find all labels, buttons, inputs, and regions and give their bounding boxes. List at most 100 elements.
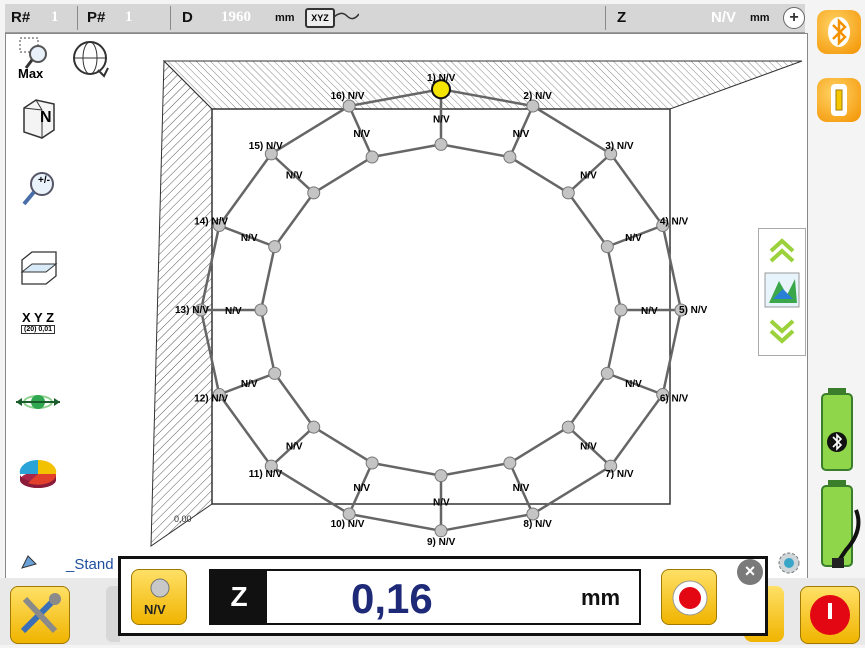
view-scroller-graphic: [764, 238, 800, 344]
inner-point[interactable]: [365, 456, 379, 470]
tools-icon: [20, 593, 61, 634]
zoom-plus-minus-button[interactable]: +/-: [14, 166, 62, 210]
p-value: 1: [125, 9, 133, 25]
inner-point[interactable]: [434, 469, 448, 483]
pie-chart-icon: [19, 459, 57, 488]
battery-charging-icon: [821, 480, 861, 568]
outer-point-label: 1) N/V: [427, 73, 456, 84]
inner-point-label: N/V: [625, 379, 642, 390]
outer-point-label: 6) N/V: [660, 394, 689, 405]
corner-label: 0,00: [174, 514, 192, 524]
inner-point[interactable]: [307, 186, 321, 200]
outer-point-label: 7) N/V: [605, 469, 634, 480]
outer-point[interactable]: [434, 524, 448, 538]
r-label: R#: [11, 9, 31, 26]
inner-point-label: N/V: [241, 379, 258, 390]
sensor-ball-icon: [150, 578, 170, 598]
nv-button-label: N/V: [144, 602, 166, 617]
profile-icon: [21, 555, 37, 569]
xyz-sensor-icon[interactable]: XYZ: [305, 8, 335, 28]
inner-point[interactable]: [600, 240, 614, 254]
instrument-button[interactable]: [817, 78, 861, 122]
inner-point-label: N/V: [286, 171, 303, 182]
d-label: D: [182, 9, 193, 26]
z-label: Z: [617, 9, 627, 26]
inner-point[interactable]: [307, 420, 321, 434]
outer-point-label: 10) N/V: [331, 519, 365, 530]
inner-point-label: N/V: [513, 129, 530, 140]
z-value: N/V: [711, 9, 737, 26]
xyz-settings-button[interactable]: X Y Z (20) 0,01: [14, 300, 62, 344]
outer-point-label: 16) N/V: [331, 91, 365, 102]
record-button[interactable]: [661, 569, 717, 625]
outer-point-label: 5) N/V: [679, 305, 708, 316]
report-chart-button[interactable]: [14, 452, 62, 496]
xyz-label: X Y Z: [21, 310, 55, 325]
level-button[interactable]: [14, 380, 62, 424]
z-unit: mm: [750, 12, 770, 24]
inner-point-label: N/V: [433, 115, 450, 126]
record-icon: [672, 580, 708, 616]
outer-point-label: 2) N/V: [523, 91, 552, 102]
inner-point[interactable]: [561, 420, 575, 434]
r-value: 1: [51, 9, 59, 25]
layer-box-icon: [20, 251, 58, 285]
level-target-icon: [16, 395, 60, 409]
outer-point-label: 12) N/V: [194, 394, 228, 405]
inner-point-label: N/V: [641, 306, 658, 317]
power-button[interactable]: [800, 586, 860, 644]
add-button[interactable]: +: [783, 7, 805, 29]
inner-point-label: N/V: [513, 483, 530, 494]
inner-point[interactable]: [254, 303, 268, 317]
sync-icon: [778, 552, 800, 574]
instrument-icon: [831, 84, 847, 116]
north-cube-icon: [23, 99, 55, 139]
inner-point[interactable]: [503, 150, 517, 164]
inner-point-label: N/V: [580, 441, 597, 452]
inner-point-label: N/V: [625, 233, 642, 244]
north-label: N: [40, 109, 52, 126]
inner-point[interactable]: [614, 303, 628, 317]
view-scroller[interactable]: [758, 228, 806, 356]
inner-point-label: N/V: [580, 171, 597, 182]
inner-point[interactable]: [268, 366, 282, 380]
scroll-down-icon: [769, 319, 795, 334]
outer-point[interactable]: [342, 507, 356, 521]
measured-unit: mm: [581, 585, 621, 610]
measurement-display: Z 0,16 mm: [209, 569, 641, 625]
inner-point-label: N/V: [241, 233, 258, 244]
sensor-cable-icon: [333, 12, 359, 20]
power-icon: [810, 595, 850, 635]
plane-view-button[interactable]: [14, 246, 62, 290]
profile-name[interactable]: _Stand: [66, 556, 114, 573]
axis-label: Z: [211, 571, 267, 623]
zoom-max-label: Max: [18, 66, 44, 81]
top-status-bar: R# 1 P# 1 D 1960 mm XYZ Z N/V mm +: [5, 4, 805, 33]
inner-point[interactable]: [365, 150, 379, 164]
outer-point[interactable]: [526, 507, 540, 521]
outer-point-label: 15) N/V: [249, 141, 283, 152]
settings-tools-button[interactable]: [10, 586, 70, 644]
inner-point[interactable]: [434, 137, 448, 151]
ring-segment: [440, 512, 534, 533]
nv-button[interactable]: N/V: [131, 569, 187, 625]
inner-point[interactable]: [561, 186, 575, 200]
outer-point-label: 4) N/V: [660, 216, 689, 227]
inner-point[interactable]: [268, 240, 282, 254]
north-view-button[interactable]: N: [14, 96, 62, 140]
zoom-max-button[interactable]: Max: [14, 36, 62, 81]
inner-point-label: N/V: [225, 306, 242, 317]
back-wall: [162, 60, 803, 110]
inner-point[interactable]: [503, 456, 517, 470]
outer-point-label: 13) N/V: [175, 305, 209, 316]
inner-point[interactable]: [600, 366, 614, 380]
bluetooth-button[interactable]: [817, 10, 861, 54]
close-popup-button[interactable]: ×: [737, 559, 763, 585]
p-label: P#: [87, 9, 106, 26]
measurement-canvas[interactable]: 0,00 1) N/V N/V 2) N/V N/V 3) N/V N/V 4) N/V N/…: [5, 33, 808, 580]
inner-point-label: N/V: [286, 441, 303, 452]
outer-point-label: 11) N/V: [249, 469, 283, 480]
magnifier-icon: [22, 172, 54, 206]
rotate-view-button[interactable]: [66, 36, 114, 80]
measured-value: 0,16: [351, 575, 433, 622]
